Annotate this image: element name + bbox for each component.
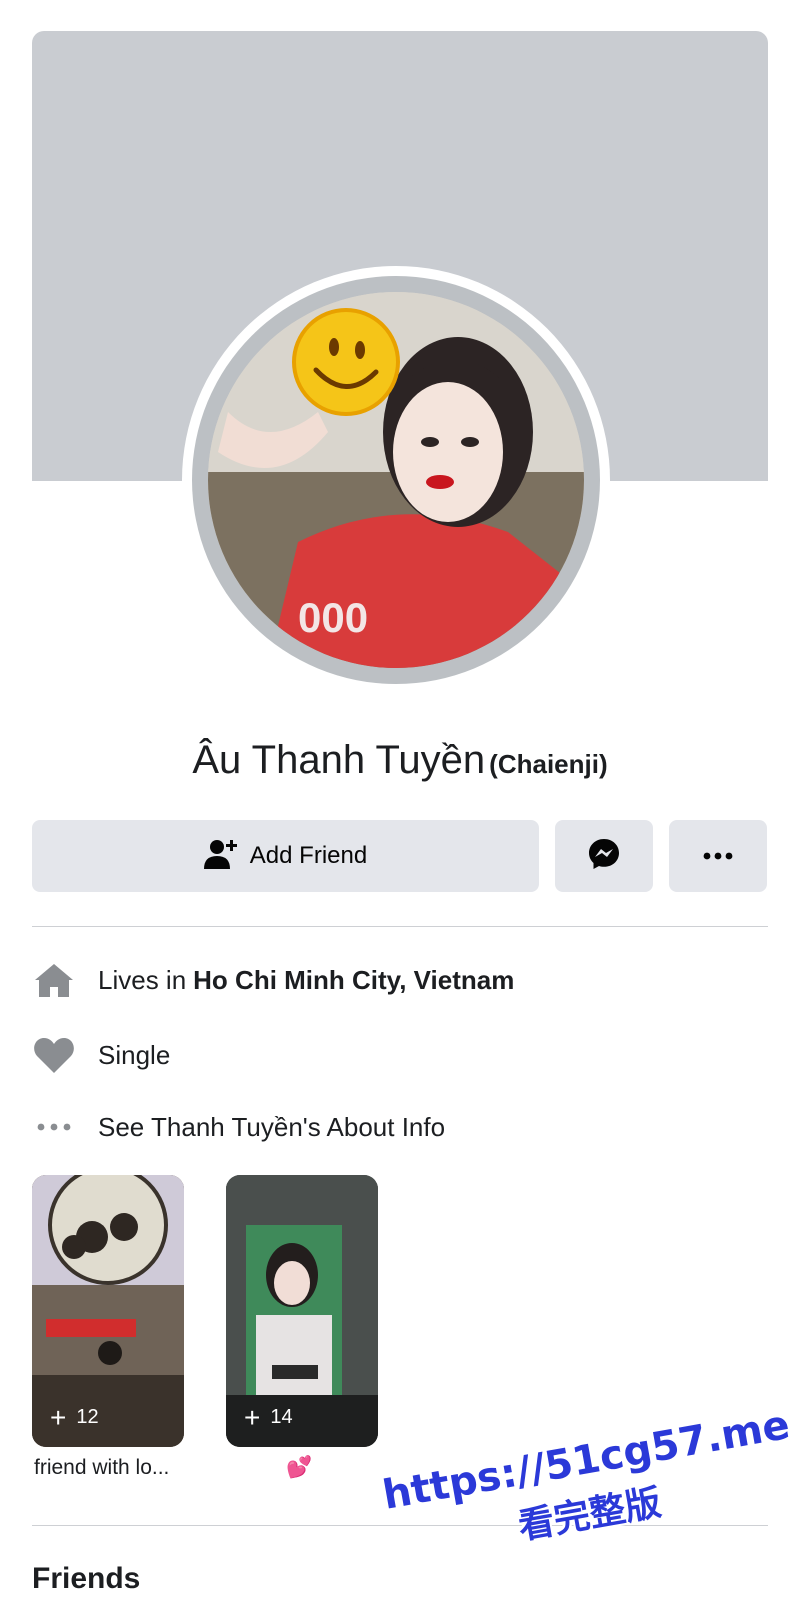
plus-icon: + [244,1401,261,1433]
highlight-title[interactable]: friend with lo... [34,1456,169,1480]
relationship-status: Single [98,1039,171,1070]
more-dots-icon [32,1107,76,1147]
add-friend-button[interactable]: Add Friend [32,820,539,892]
lives-prefix: Lives in [98,964,187,995]
highlight-count: + 14 [244,1401,293,1433]
profile-name: Âu Thanh Tuyền [192,738,486,782]
plus-icon: + [50,1401,67,1433]
highlight-title[interactable]: 💕 [286,1456,312,1480]
more-dots-icon [703,847,733,865]
add-friend-icon [203,838,238,875]
about-info-link[interactable]: See Thanh Tuyền's About Info [98,1112,445,1143]
intro-lives-in: Lives in Ho Chi Minh City, Vietnam [32,960,514,1000]
svg-text:000: 000 [298,594,368,641]
friends-section-title: Friends [32,1562,141,1595]
watermark: https://51cg57.me 看完整版 [379,1401,794,1548]
more-options-button[interactable] [669,820,767,892]
heart-icon [32,1035,76,1075]
highlight-count: + 12 [50,1401,99,1433]
messenger-icon [587,837,621,876]
divider [32,926,768,927]
profile-avatar[interactable]: 000 [208,292,584,668]
intro-relationship: Single [32,1035,170,1075]
intro-about-link[interactable]: See Thanh Tuyền's About Info [32,1107,445,1147]
lives-location[interactable]: Ho Chi Minh City, Vietnam [193,965,514,996]
home-icon [32,960,76,1000]
add-friend-label: Add Friend [249,842,368,869]
story-highlight[interactable]: + 12 [32,1175,184,1447]
profile-name-row: Âu Thanh Tuyền (Chaienji) [0,738,800,783]
profile-alternate-name: (Chaienji) [489,749,608,779]
message-button[interactable] [555,820,653,892]
story-highlight[interactable]: + 14 [226,1175,378,1447]
